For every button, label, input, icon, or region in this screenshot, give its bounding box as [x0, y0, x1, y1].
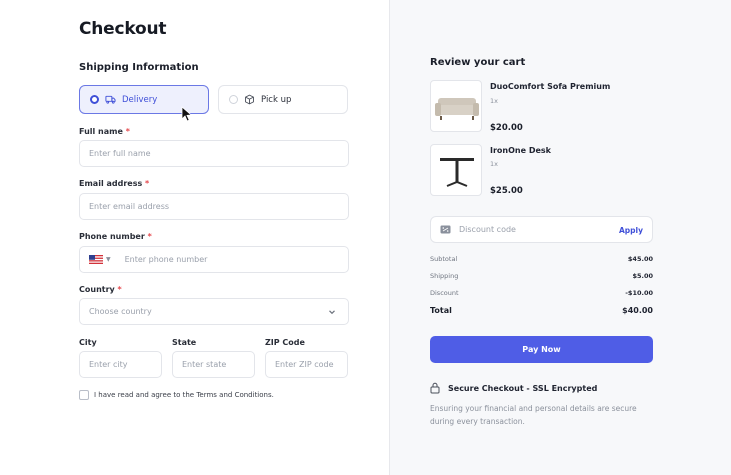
- required-mark: *: [145, 179, 150, 188]
- checkout-form-panel: Checkout Shipping Information Delivery P…: [0, 0, 389, 475]
- discount-row: Discount -$10.00: [430, 289, 653, 297]
- summary-value: $45.00: [627, 255, 653, 263]
- box-icon: [245, 94, 254, 105]
- cart-item-price: $20.00: [490, 123, 523, 133]
- shipping-row: Shipping $5.00: [430, 272, 653, 280]
- sofa-thumbnail: [430, 80, 482, 132]
- country-select[interactable]: Choose country: [79, 298, 349, 325]
- cart-heading: Review your cart: [430, 57, 526, 68]
- total-label: Total: [430, 306, 452, 315]
- state-placeholder: Enter state: [182, 360, 227, 369]
- country-placeholder: Choose country: [89, 307, 152, 316]
- apply-discount-button[interactable]: Apply: [619, 226, 643, 235]
- pickup-label: Pick up: [261, 94, 292, 105]
- full-name-placeholder: Enter full name: [89, 149, 151, 158]
- cart-item-qty: 1x: [490, 160, 498, 168]
- email-placeholder: Enter email address: [89, 202, 170, 211]
- secure-checkout-title: Secure Checkout - SSL Encrypted: [430, 382, 597, 394]
- secure-note: Ensuring your financial and personal det…: [430, 404, 637, 426]
- desk-image: [440, 158, 474, 187]
- cart-item-qty: 1x: [490, 97, 498, 105]
- state-input[interactable]: Enter state: [172, 351, 255, 378]
- terms-checkbox[interactable]: [79, 390, 89, 400]
- email-label: Email address *: [79, 179, 150, 188]
- radio-selected-icon: [90, 95, 99, 104]
- country-label: Country *: [79, 285, 122, 294]
- desk-thumbnail: [430, 144, 482, 196]
- city-input[interactable]: Enter city: [79, 351, 162, 378]
- discount-tag-icon: [440, 225, 451, 234]
- required-mark: *: [147, 232, 152, 241]
- summary-value: -$10.00: [625, 289, 653, 297]
- lock-icon: [430, 382, 440, 394]
- delivery-label: Delivery: [122, 94, 158, 105]
- total-row: Total $40.00: [430, 306, 653, 315]
- country-code-chevron-icon[interactable]: ▼: [106, 256, 111, 263]
- phone-label: Phone number *: [79, 232, 152, 241]
- shipping-heading: Shipping Information: [79, 62, 199, 73]
- secure-title-text: Secure Checkout - SSL Encrypted: [448, 383, 598, 393]
- discount-placeholder: Discount code: [459, 225, 516, 234]
- required-mark: *: [125, 127, 130, 136]
- cart-item-name: DuoComfort Sofa Premium: [490, 82, 611, 91]
- terms-row: I have read and agree to the Terms and C…: [79, 390, 274, 400]
- us-flag-icon[interactable]: [89, 255, 103, 264]
- summary-value: $5.00: [632, 272, 653, 280]
- total-value: $40.00: [622, 306, 653, 315]
- radio-unselected-icon: [229, 95, 238, 104]
- cart-item-price: $25.00: [490, 186, 523, 196]
- state-label: State: [172, 338, 197, 347]
- zip-input[interactable]: Enter ZIP code: [265, 351, 348, 378]
- phone-input[interactable]: ▼ Enter phone number: [79, 246, 349, 273]
- summary-label: Discount: [430, 289, 459, 297]
- pickup-option[interactable]: Pick up: [218, 85, 348, 114]
- zip-label: ZIP Code: [265, 338, 305, 347]
- city-placeholder: Enter city: [89, 360, 128, 369]
- truck-icon: [105, 95, 116, 104]
- cart-item-name: IronOne Desk: [490, 146, 551, 155]
- summary-label: Subtotal: [430, 255, 458, 263]
- mouse-pointer-icon: [181, 106, 193, 122]
- pay-now-button[interactable]: Pay Now: [430, 336, 653, 363]
- city-label: City: [79, 338, 97, 347]
- zip-placeholder: Enter ZIP code: [275, 360, 334, 369]
- required-mark: *: [117, 285, 122, 294]
- discount-code-input[interactable]: Discount code Apply: [430, 216, 653, 243]
- full-name-label: Full name *: [79, 127, 130, 136]
- summary-label: Shipping: [430, 272, 459, 280]
- subtotal-row: Subtotal $45.00: [430, 255, 653, 263]
- email-input[interactable]: Enter email address: [79, 193, 349, 220]
- chevron-down-icon: [329, 310, 335, 315]
- phone-placeholder: Enter phone number: [124, 255, 208, 264]
- terms-label[interactable]: I have read and agree to the Terms and C…: [94, 391, 274, 399]
- full-name-input[interactable]: Enter full name: [79, 140, 349, 167]
- sofa-image: [435, 98, 479, 120]
- page-title: Checkout: [79, 19, 167, 39]
